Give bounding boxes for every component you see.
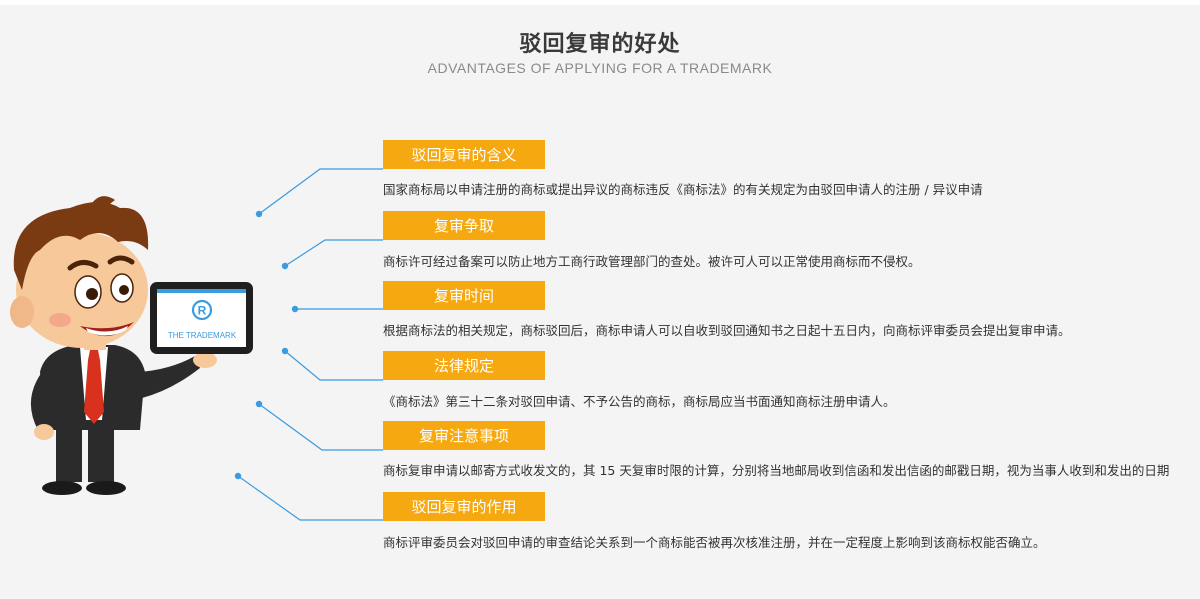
item-desc-review-time: 根据商标法的相关规定，商标驳回后，商标申请人可以自收到驳回通知书之日起十五日内，… (383, 323, 1071, 338)
connector-2 (284, 239, 383, 267)
item-label-review-notes: 复审注意事项 (383, 421, 545, 450)
connector-dot-2 (281, 262, 289, 270)
item-desc-review-effect: 商标评审委员会对驳回申请的审查结论关系到一个商标能否被再次核准注册，并在一定程度… (383, 535, 1046, 550)
item-desc-legal-provisions: 《商标法》第三十二条对驳回申请、不予公告的商标，商标局应当书面通知商标注册申请人… (383, 394, 896, 409)
connector-dot-4 (281, 347, 289, 355)
item-desc-review-strive: 商标许可经过备案可以防止地方工商行政管理部门的查处。被许可人可以正常使用商标而不… (383, 254, 921, 269)
tablet-logo-letter: R (198, 304, 207, 318)
tablet-text: THE TRADEMARK (168, 331, 237, 340)
connector-4 (284, 350, 383, 381)
item-label-review-strive: 复审争取 (383, 211, 545, 240)
connector-1 (258, 168, 383, 215)
connector-dot-3 (291, 305, 299, 313)
connector-5 (258, 403, 383, 451)
item-desc-review-notes: 商标复审申请以邮寄方式收发文的，其 15 天复审时限的计算，分别将当地邮局收到信… (383, 463, 1170, 478)
businessman-illustration: R THE TRADEMARK (10, 196, 253, 495)
item-label-review-effect: 驳回复审的作用 (383, 492, 545, 521)
item-desc-definition: 国家商标局以申请注册的商标或提出异议的商标违反《商标法》的有关规定为由驳回申请人… (383, 182, 983, 197)
item-label-definition: 驳回复审的含义 (383, 140, 545, 169)
item-label-legal-provisions: 法律规定 (383, 351, 545, 380)
item-label-review-time: 复审时间 (383, 281, 545, 310)
